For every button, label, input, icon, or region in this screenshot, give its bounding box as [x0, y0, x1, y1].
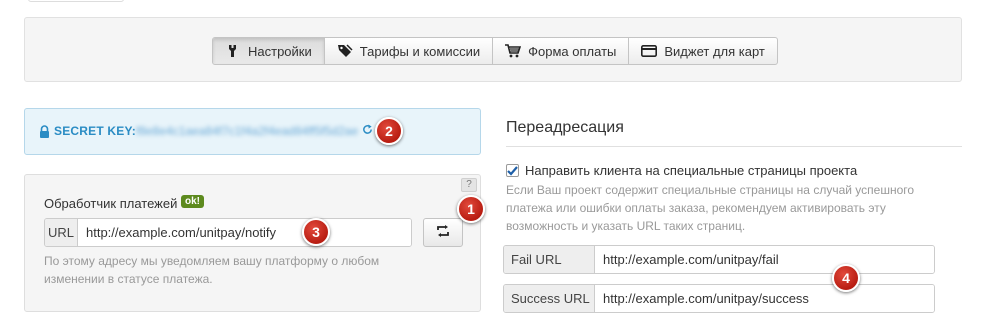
top-tab-stub: [28, 0, 124, 2]
help-button[interactable]: ?: [461, 178, 477, 192]
lock-icon: [39, 125, 50, 141]
tab-settings[interactable]: Настройки: [213, 38, 324, 64]
redirect-option[interactable]: Направить клиента на специальные страниц…: [506, 163, 857, 178]
tag-icon: [337, 43, 353, 59]
settings-tabs: Настройки Тарифы и комиссии Форма оплаты…: [212, 37, 778, 65]
secret-key-label: SECRET KEY:: [54, 124, 136, 138]
status-badge: ok!: [181, 195, 204, 208]
tab-label: Виджет для карт: [664, 43, 765, 59]
tab-payment-form[interactable]: Форма оплаты: [492, 38, 628, 64]
redirect-checkbox[interactable]: [506, 164, 519, 177]
tab-tariffs[interactable]: Тарифы и комиссии: [323, 38, 492, 64]
redirect-hint: Если Ваш проект содержит специальные стр…: [506, 183, 915, 233]
redirect-divider: [506, 146, 962, 147]
fail-url-label: Fail URL: [504, 246, 595, 273]
tab-label: Настройки: [248, 43, 312, 59]
refresh-icon[interactable]: [362, 123, 373, 138]
secret-key-box: SECRET KEY: f8e8e4c1aea84f7c1f4a2f4ead84…: [24, 108, 481, 155]
handler-hint: По этому адресу мы уведомляем вашу платф…: [44, 254, 380, 286]
redirect-title: Переадресация: [506, 119, 624, 136]
wrench-icon: [225, 43, 241, 59]
cart-icon: [505, 43, 522, 59]
success-url-label: Success URL: [504, 285, 595, 312]
success-url-input[interactable]: [595, 285, 934, 312]
checkmark-icon: [507, 165, 518, 176]
tab-card-widget[interactable]: Виджет для карт: [628, 38, 777, 64]
fail-url-group: Fail URL: [503, 245, 935, 274]
test-notify-button[interactable]: [423, 218, 463, 247]
tab-label: Тарифы и комиссии: [359, 43, 481, 59]
marker-4: 4: [832, 264, 860, 292]
marker-1: 1: [457, 195, 485, 223]
retweet-icon: [436, 225, 450, 240]
notify-url-group: URL: [44, 218, 412, 247]
secret-key-value: f8e8e4c1aea84f7c1f4a2f4ead84ff5f5d2ae: [136, 124, 358, 138]
settings-nav-panel: Настройки Тарифы и комиссии Форма оплаты…: [24, 17, 962, 82]
handler-title: Обработчик платежей: [44, 196, 178, 211]
credit-card-icon: [641, 43, 658, 59]
notify-url-input[interactable]: [78, 219, 411, 246]
redirect-checkbox-label: Направить клиента на специальные страниц…: [525, 163, 858, 178]
marker-2: 2: [375, 117, 403, 145]
tab-label: Форма оплаты: [528, 43, 617, 59]
url-addon-label: URL: [45, 219, 78, 246]
success-url-group: Success URL: [503, 284, 935, 313]
fail-url-input[interactable]: [595, 246, 934, 273]
marker-3: 3: [302, 218, 330, 246]
payment-handler-panel: ? Обработчик платежей ok! URL По этому а…: [24, 174, 481, 312]
